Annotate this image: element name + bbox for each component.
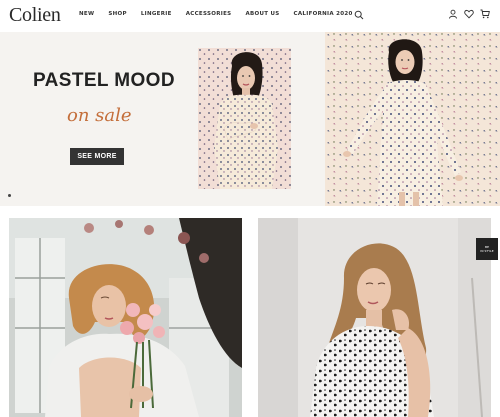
brand-logo[interactable]: Colien <box>9 4 61 27</box>
hero-image-model-1 <box>198 48 291 189</box>
hero-banner: PASTEL MOOD on sale SEE MORE <box>0 32 500 206</box>
main-nav: NEW SHOP LINGERIE ACCESSORIES ABOUT US C… <box>79 11 367 17</box>
see-more-button[interactable]: SEE MORE <box>70 148 124 165</box>
hero-subtitle: on sale <box>67 105 132 126</box>
nav-item-accessories[interactable]: ACCESSORIES <box>186 11 232 17</box>
nav-item-about-us[interactable]: ABOUT US <box>245 11 279 17</box>
lookbook-tile-flowers[interactable] <box>9 218 242 417</box>
header-icons <box>448 9 490 19</box>
user-icon[interactable] <box>448 9 458 19</box>
hero-image-model-2 <box>325 32 500 206</box>
lookbook-tile-animal-print[interactable] <box>258 218 491 417</box>
nav-item-lingerie[interactable]: LINGERIE <box>141 11 172 17</box>
search-icon[interactable] <box>354 10 364 20</box>
heart-icon[interactable] <box>464 9 474 19</box>
cart-icon[interactable] <box>480 9 490 19</box>
hero-title: PASTEL MOOD <box>33 70 175 91</box>
site-header: Colien NEW SHOP LINGERIE ACCESSORIES ABO… <box>0 0 500 32</box>
badge-line2: IN STYLE <box>480 249 494 253</box>
style-badge[interactable]: BE IN STYLE <box>476 238 498 260</box>
nav-item-shop[interactable]: SHOP <box>108 11 126 17</box>
nav-item-new[interactable]: NEW <box>79 11 94 17</box>
slider-dot[interactable] <box>8 194 11 197</box>
nav-item-california-2020[interactable]: CALIFORNIA 2020 <box>294 11 353 17</box>
